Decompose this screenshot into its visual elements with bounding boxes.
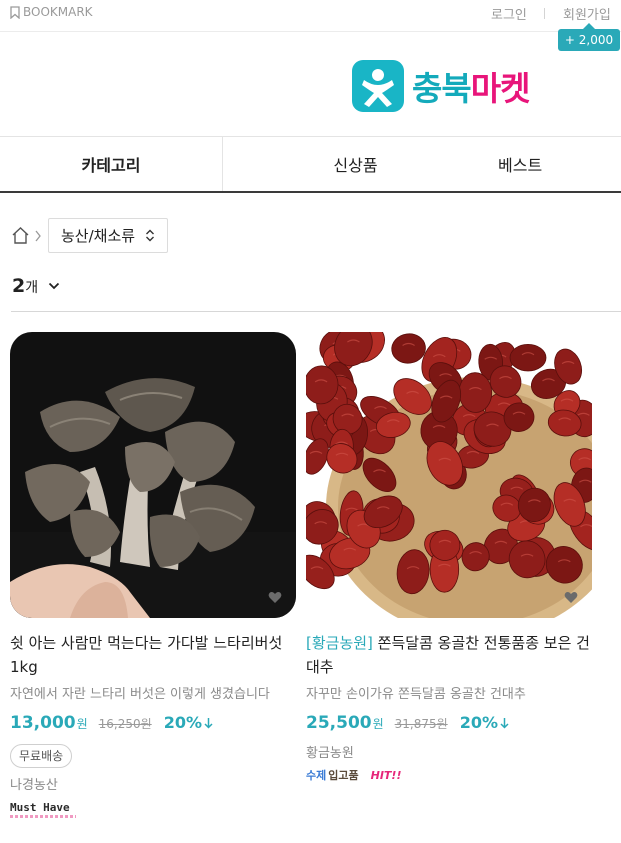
original-price: 16,250원	[98, 717, 152, 731]
product-title[interactable]: [황금농원] 쫀득달콤 옹골찬 전통품종 보은 건대추	[306, 631, 592, 679]
jujube-photo	[306, 332, 592, 618]
must-have-badge: Must Have	[10, 801, 296, 818]
login-link[interactable]: 로그인	[491, 4, 527, 23]
tab-new-products[interactable]: 신상품	[223, 137, 488, 191]
divider-line	[11, 311, 621, 312]
breadcrumb: 농산/채소류	[11, 218, 169, 253]
free-shipping-tag: 무료배송	[10, 744, 73, 768]
arrow-down-icon	[500, 718, 509, 729]
heart-icon[interactable]	[268, 591, 282, 604]
discount-rate: 20%	[163, 713, 202, 732]
product-image-jujube[interactable]	[306, 332, 592, 618]
currency-unit: 원	[372, 717, 384, 731]
chevron-down-icon	[48, 282, 60, 290]
tab-best[interactable]: 베스트	[488, 137, 621, 191]
category-select[interactable]: 농산/채소류	[48, 218, 169, 253]
product-brand: [황금농원]	[306, 634, 373, 652]
bookmark-icon	[10, 5, 20, 19]
bookmark-link[interactable]: BOOKMARK	[10, 5, 93, 19]
logo-text: 충북마켓	[412, 69, 530, 108]
item-count-sort[interactable]: 2개	[12, 275, 60, 297]
category-nav: 카테고리 신상품 베스트	[0, 136, 621, 193]
top-utility-bar: BOOKMARK 로그인 회원가입	[0, 0, 621, 32]
tab-category[interactable]: 카테고리	[0, 137, 223, 191]
product-title[interactable]: 쉿 아는 사람만 먹는다는 가다발 느타리버섯1kg	[10, 631, 296, 679]
currency-unit: 원	[76, 717, 88, 731]
signup-link[interactable]: 회원가입	[563, 4, 611, 23]
arrow-down-icon	[204, 718, 213, 729]
home-icon[interactable]	[11, 226, 30, 245]
product-badges: 수제 입고품 HIT!!	[306, 767, 592, 783]
seller-name[interactable]: 나경농산	[10, 774, 296, 793]
item-count-unit: 개	[25, 280, 39, 296]
category-select-value: 농산/채소류	[61, 227, 136, 245]
price-row: 13,000 원 16,250원 20%	[10, 713, 296, 733]
product-subtitle: 자연에서 자란 느타리 버섯은 이렇게 생겼습니다	[10, 687, 270, 702]
updown-chevron-icon	[146, 229, 155, 242]
price-row: 25,500 원 31,875원 20%	[306, 713, 592, 733]
bookmark-label: BOOKMARK	[23, 5, 93, 19]
product-card[interactable]: 쉿 아는 사람만 먹는다는 가다발 느타리버섯1kg 자연에서 자란 느타리 버…	[10, 332, 296, 818]
heart-icon[interactable]	[564, 591, 578, 604]
product-card[interactable]: [황금농원] 쫀득달콤 옹골찬 전통품종 보은 건대추 자꾸만 손이가유 쫀득달…	[306, 332, 592, 783]
logo-mark-icon	[352, 60, 404, 112]
seller-name[interactable]: 황금농원	[306, 742, 592, 761]
topbar-divider	[544, 8, 545, 19]
discount-rate: 20%	[459, 713, 498, 732]
item-count: 2	[12, 275, 26, 297]
hit-badge: HIT!!	[370, 768, 402, 782]
handmade-badge: 수제 입고품	[306, 769, 359, 782]
sale-price: 25,500	[306, 713, 372, 733]
chevron-right-icon	[35, 230, 41, 241]
product-image-mushroom[interactable]	[10, 332, 296, 618]
signup-points-badge: + 2,000	[558, 23, 620, 51]
sale-price: 13,000	[10, 713, 76, 733]
mushroom-photo	[10, 332, 296, 618]
original-price: 31,875원	[394, 717, 448, 731]
site-logo[interactable]: 충북마켓	[352, 60, 530, 112]
product-subtitle: 자꾸만 손이가유 쫀득달콤 옹골찬 건대추	[306, 687, 526, 702]
